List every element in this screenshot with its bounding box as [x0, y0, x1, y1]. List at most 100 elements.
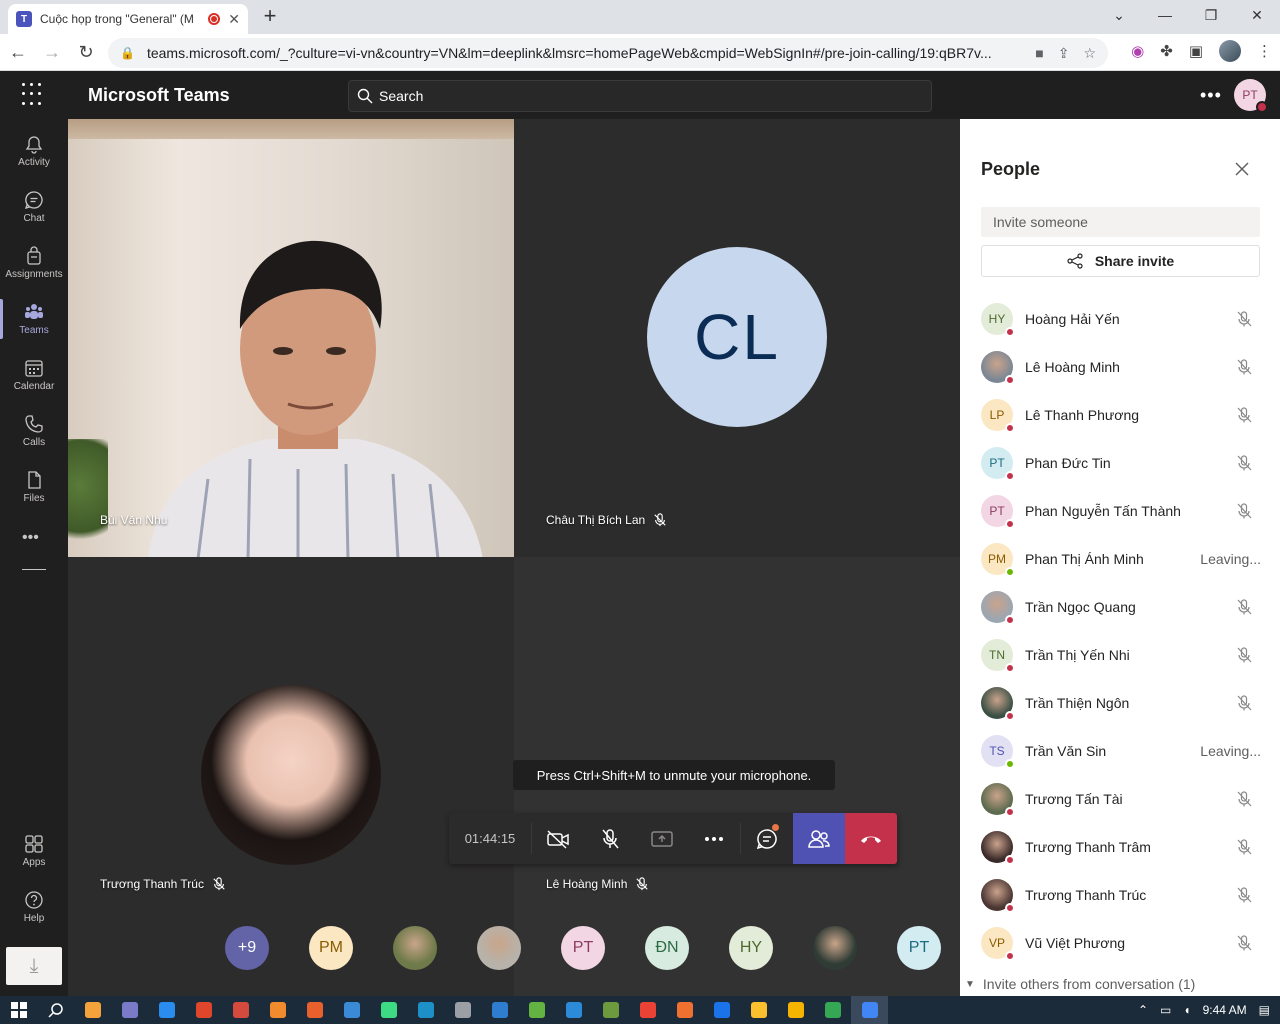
rail-item-activity[interactable]: Activity [0, 123, 68, 179]
chat-button[interactable] [741, 813, 793, 864]
windows-start-icon[interactable] [0, 996, 37, 1024]
share-icon[interactable]: ⇪ [1058, 45, 1070, 62]
participant-row[interactable]: VP Vũ Việt Phương [981, 919, 1261, 965]
rail-item-help[interactable]: Help [0, 879, 68, 935]
edge-icon[interactable] [407, 996, 444, 1024]
participant-photo-avatar[interactable] [393, 926, 437, 970]
rail-item-files[interactable]: Files [0, 459, 68, 515]
minimize-button[interactable]: — [1142, 0, 1188, 30]
sticky-app-icon[interactable] [74, 996, 111, 1024]
search-icon[interactable] [37, 996, 74, 1024]
participant-row[interactable]: PM Phan Thị Ánh Minh Leaving... [981, 535, 1261, 583]
participant-row[interactable]: PT Phan Nguyễn Tấn Thành [981, 487, 1261, 535]
hang-up-button[interactable] [845, 813, 897, 864]
profile-avatar[interactable] [1219, 40, 1241, 62]
share-invite-button[interactable]: Share invite [981, 245, 1260, 277]
sublime-icon[interactable] [259, 996, 296, 1024]
snip-icon[interactable] [222, 996, 259, 1024]
more-apps-icon[interactable]: ••• [22, 529, 39, 547]
chrome-active-icon[interactable] [851, 996, 888, 1024]
terminal-icon[interactable] [111, 996, 148, 1024]
download-app-button[interactable]: ⤓ [6, 947, 62, 985]
messenger-icon[interactable] [148, 996, 185, 1024]
notepad-icon[interactable] [740, 996, 777, 1024]
mic-off-button[interactable] [584, 813, 636, 864]
vscode-icon[interactable] [555, 996, 592, 1024]
participant-avatar[interactable]: PT [897, 926, 941, 970]
clock[interactable]: 9:44 AM [1203, 1003, 1247, 1017]
participant-tile-truong-thanh-truc[interactable]: Trương Thanh Trúc [68, 557, 514, 996]
browser-menu-icon[interactable]: ⋮ [1257, 42, 1272, 60]
rail-item-calendar[interactable]: Calendar [0, 347, 68, 403]
android-icon[interactable] [370, 996, 407, 1024]
invite-from-conversation[interactable]: ▼ Invite others from conversation (1) [965, 976, 1195, 992]
stack-icon[interactable] [814, 996, 851, 1024]
participant-row[interactable]: TN Trần Thị Yến Nhi [981, 631, 1261, 679]
swift-icon[interactable] [666, 996, 703, 1024]
rail-item-calls[interactable]: Calls [0, 403, 68, 459]
back-button[interactable]: ← [2, 36, 34, 68]
usb-icon[interactable] [444, 996, 481, 1024]
participant-photo-avatar[interactable] [477, 926, 521, 970]
my-avatar[interactable]: PT [1234, 79, 1268, 113]
participant-row[interactable]: Trương Tấn Tài [981, 775, 1261, 823]
zalo-icon[interactable] [333, 996, 370, 1024]
camera-off-button[interactable] [532, 813, 584, 864]
participant-row[interactable]: Trương Thanh Trúc [981, 871, 1261, 919]
forward-button[interactable]: → [36, 36, 68, 68]
chevron-up-icon[interactable]: ⌃ [1138, 1003, 1148, 1017]
reload-button[interactable]: ↻ [70, 36, 102, 68]
participant-row[interactable]: Lê Hoàng Minh [981, 343, 1261, 391]
video-tile[interactable]: Bùi Văn Nhu [68, 119, 514, 557]
participant-avatar[interactable]: PM [309, 926, 353, 970]
volume-icon[interactable]: ◖ [1183, 1003, 1190, 1017]
participant-avatar[interactable]: +9 [225, 926, 269, 970]
media-cast-icon[interactable]: ◉ [1131, 42, 1144, 60]
invite-input[interactable]: Invite someone [981, 207, 1260, 237]
browser-tab[interactable]: T Cuộc họp trong "General" (M ✕ [8, 4, 248, 34]
lock-icon[interactable]: 🔒 [120, 46, 135, 60]
office-icon[interactable] [185, 996, 222, 1024]
close-icon[interactable] [1234, 161, 1250, 177]
close-window-button[interactable]: ✕ [1234, 0, 1280, 30]
zoom-icon[interactable] [703, 996, 740, 1024]
participant-row[interactable]: Trần Ngọc Quang [981, 583, 1261, 631]
rail-item-teams[interactable]: Teams [0, 291, 68, 347]
participant-avatar[interactable]: ĐN [645, 926, 689, 970]
address-bar[interactable]: 🔒 teams.microsoft.com/_?culture=vi-vn&co… [108, 38, 1108, 68]
more-actions-button[interactable] [688, 813, 740, 864]
tab-search-icon[interactable]: ⌄ [1096, 0, 1142, 30]
bookmark-star-icon[interactable]: ☆ [1083, 45, 1096, 62]
participant-tile-chau-thi-bich-lan[interactable]: CL Châu Thị Bích Lan [514, 119, 960, 557]
rail-item-apps[interactable]: Apps [0, 823, 68, 879]
camera-blocked-icon[interactable]: ■ [1035, 45, 1043, 62]
paint-icon[interactable] [518, 996, 555, 1024]
extensions-icon[interactable]: ✤ [1160, 42, 1173, 60]
participant-row[interactable]: Trương Thanh Trâm [981, 823, 1261, 871]
chrome-icon[interactable] [629, 996, 666, 1024]
participant-avatar[interactable]: PT [561, 926, 605, 970]
rail-item-assignments[interactable]: Assignments [0, 235, 68, 291]
share-screen-button[interactable] [636, 813, 688, 864]
participant-row[interactable]: Trần Thiện Ngôn [981, 679, 1261, 727]
explorer-icon[interactable] [777, 996, 814, 1024]
participant-photo-avatar[interactable] [813, 926, 857, 970]
participant-avatar[interactable]: HY [729, 926, 773, 970]
app-launcher-icon[interactable] [22, 83, 46, 107]
participant-row[interactable]: PT Phan Đức Tin [981, 439, 1261, 487]
netbeans-icon[interactable] [481, 996, 518, 1024]
new-tab-button[interactable]: + [258, 3, 282, 28]
network-icon[interactable]: ▭ [1160, 1003, 1171, 1017]
participant-row[interactable]: HY Hoàng Hải Yến [981, 295, 1261, 343]
participant-row[interactable]: LP Lê Thanh Phương [981, 391, 1261, 439]
minecraft-icon[interactable] [592, 996, 629, 1024]
sidepanel-icon[interactable]: ▣ [1189, 42, 1203, 60]
people-button[interactable] [793, 813, 845, 864]
restore-button[interactable]: ❐ [1188, 0, 1234, 30]
participant-row[interactable]: TS Trần Văn Sin Leaving... [981, 727, 1261, 775]
python-icon[interactable] [296, 996, 333, 1024]
notifications-icon[interactable]: ▤ [1259, 1003, 1270, 1017]
rail-item-chat[interactable]: Chat [0, 179, 68, 235]
more-options-icon[interactable]: ••• [1200, 85, 1222, 106]
search-box[interactable]: Search [348, 80, 932, 112]
